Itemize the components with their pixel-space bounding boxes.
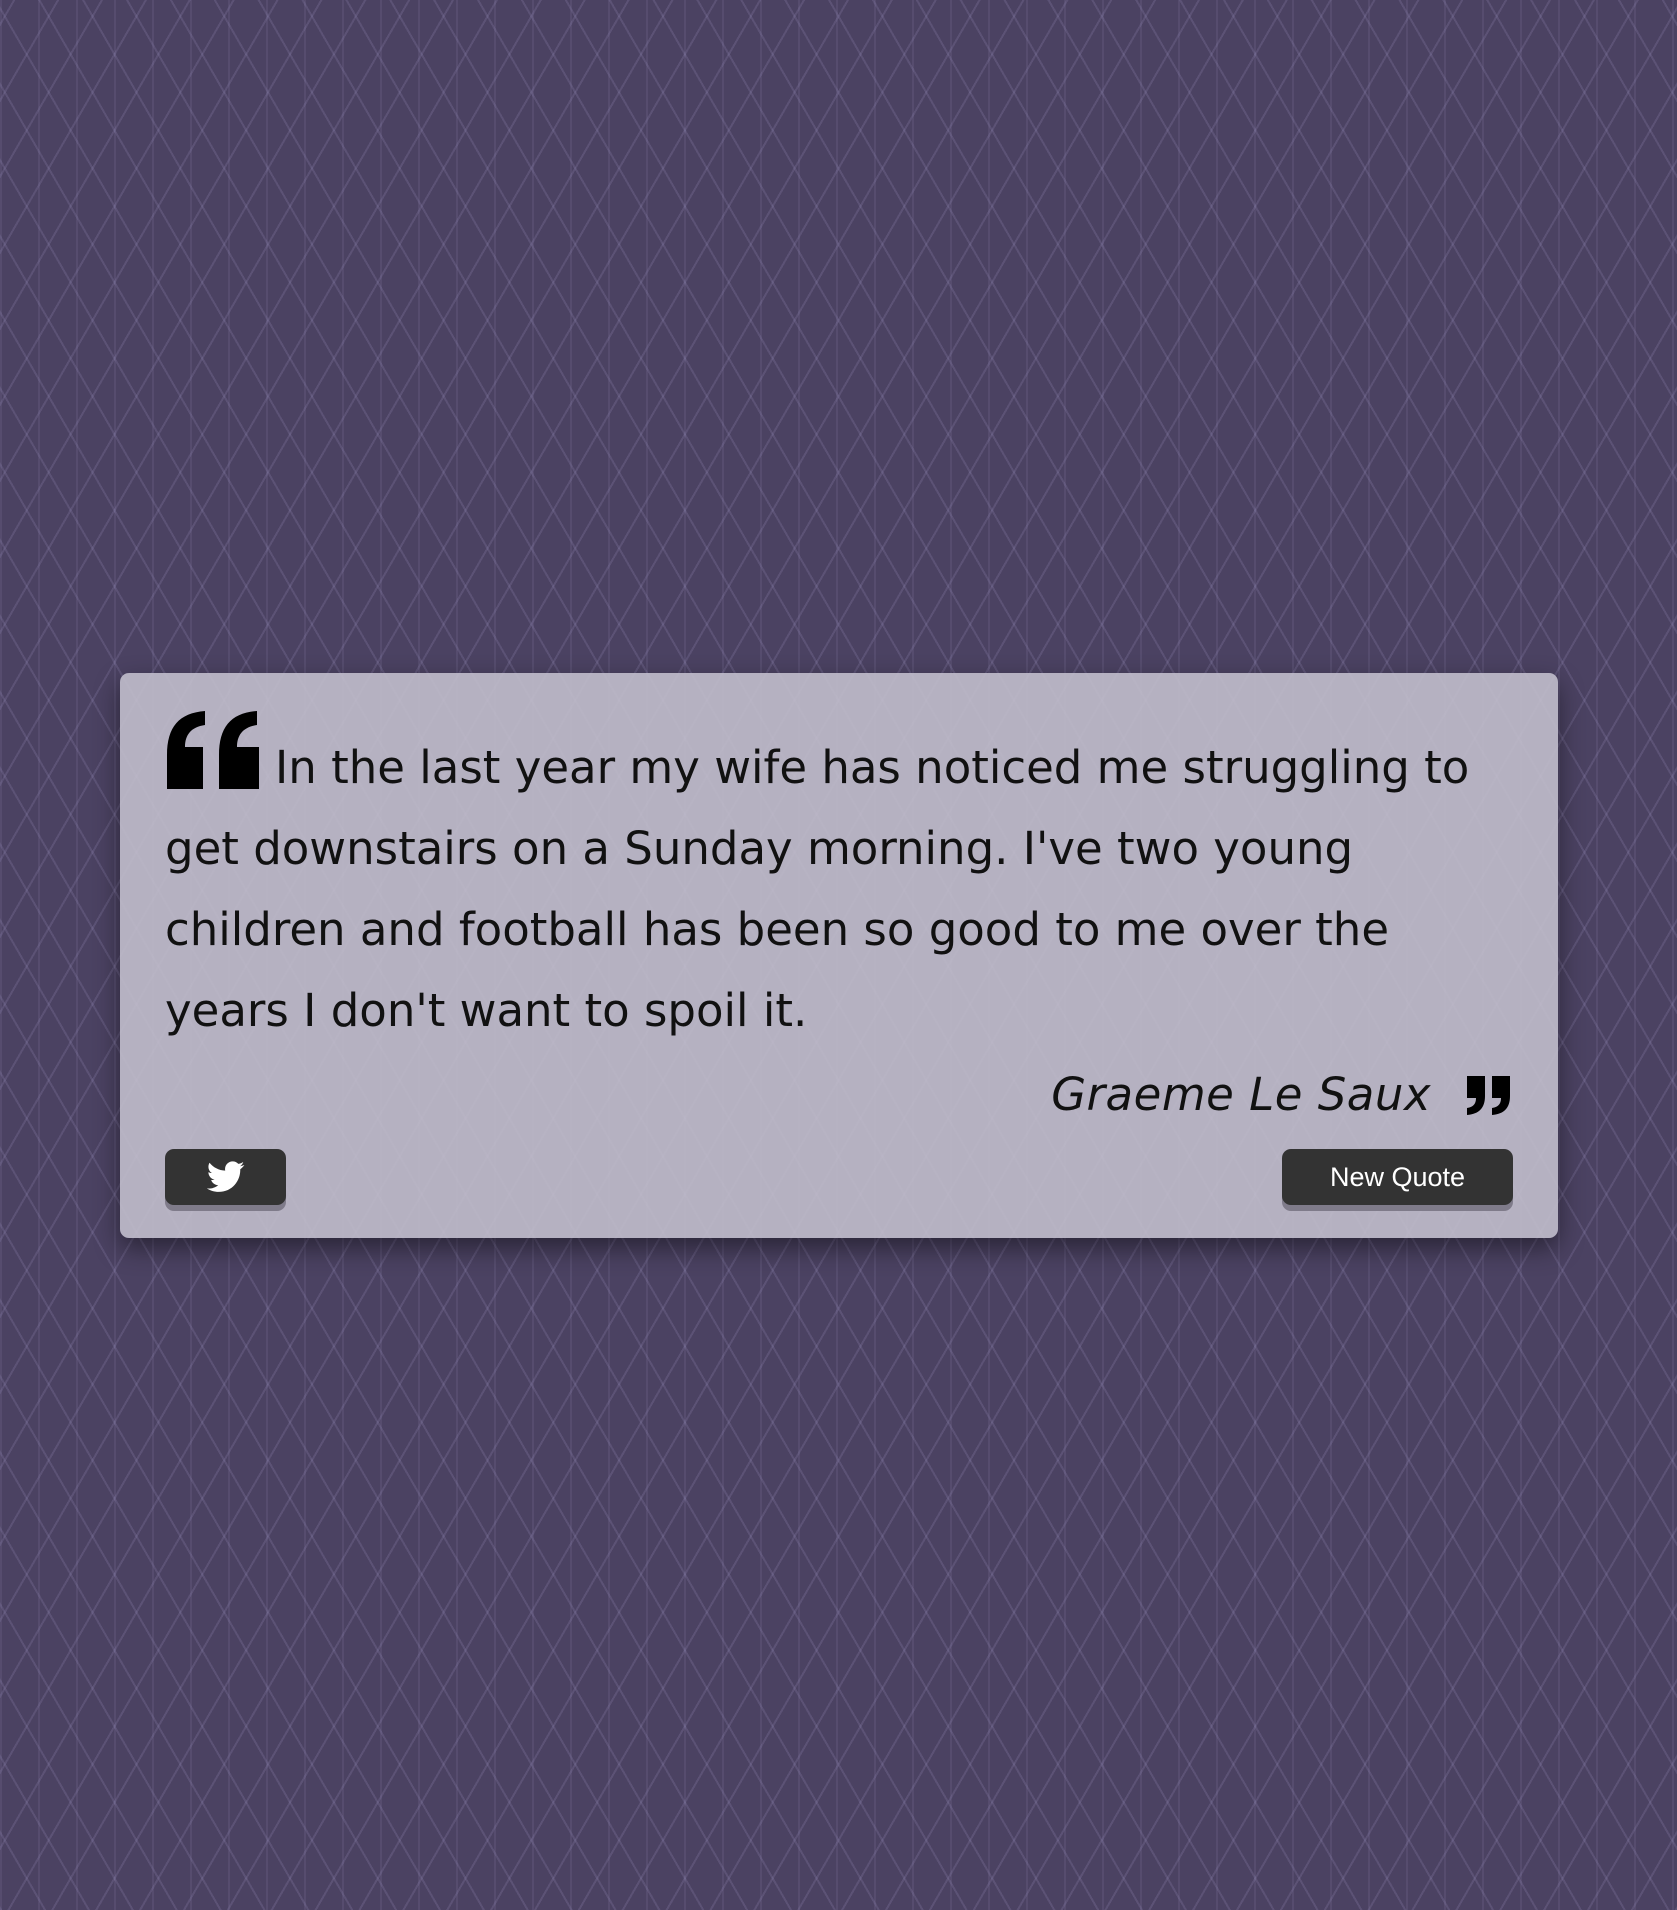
quote-text: In the last year my wife has noticed me … xyxy=(165,741,1470,1037)
author-row: Graeme Le Saux xyxy=(1051,1068,1513,1121)
quote-left-icon xyxy=(165,709,261,791)
quote-author: Graeme Le Saux xyxy=(1051,1068,1431,1121)
quote-right-icon xyxy=(1465,1074,1513,1116)
quote-card: In the last year my wife has noticed me … xyxy=(120,673,1558,1238)
tweet-button[interactable] xyxy=(165,1149,286,1205)
quote-text-block: In the last year my wife has noticed me … xyxy=(165,709,1513,1051)
twitter-icon xyxy=(206,1161,245,1193)
new-quote-button[interactable]: New Quote xyxy=(1282,1149,1513,1205)
